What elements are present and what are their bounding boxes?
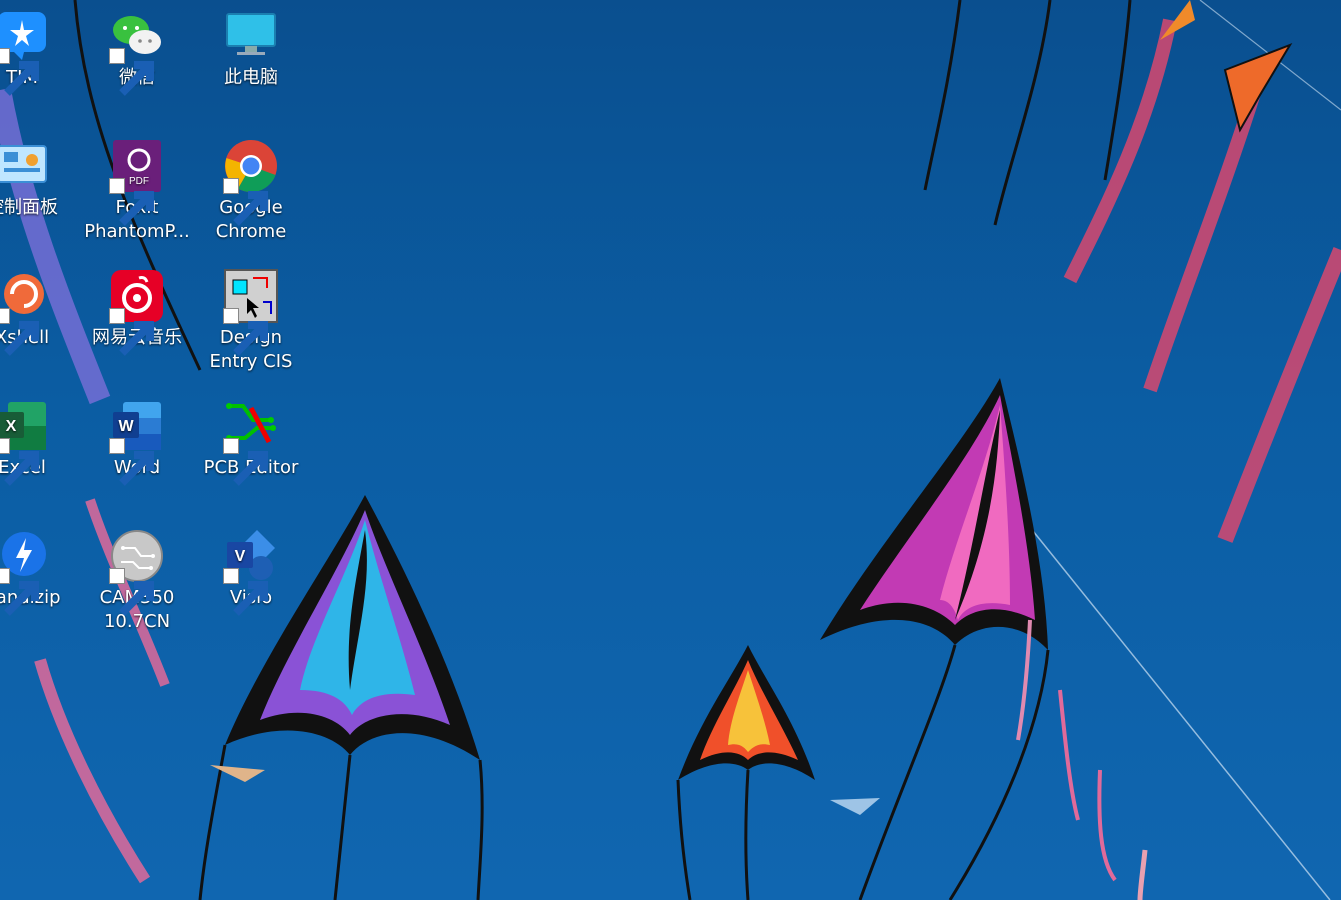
icon-label: 控制面板 xyxy=(0,197,58,218)
desktop-icon-bandizip[interactable]: Bandizip xyxy=(0,528,77,616)
svg-text:V: V xyxy=(235,548,246,565)
netease-music-icon xyxy=(109,268,165,356)
svg-text:X: X xyxy=(6,418,17,435)
shortcut-arrow-icon xyxy=(0,48,39,96)
shortcut-arrow-icon xyxy=(223,568,268,616)
desktop-icon-foxit[interactable]: PDF Foxit PhantomP... xyxy=(82,138,192,244)
shortcut-arrow-icon xyxy=(223,438,268,486)
desktop-icon-word[interactable]: W Word xyxy=(82,398,192,486)
tim-icon xyxy=(0,8,50,96)
desktop-icon-design-entry-cis[interactable]: Design Entry CIS xyxy=(196,268,306,374)
icon-label: 此电脑 xyxy=(224,67,278,88)
this-pc-icon xyxy=(223,8,279,64)
desktop-icon-chrome[interactable]: Google Chrome xyxy=(196,138,306,244)
shortcut-arrow-icon xyxy=(109,178,154,226)
design-entry-icon xyxy=(223,268,279,356)
desktop-icon-wechat[interactable]: 微信 xyxy=(82,8,192,96)
desktop-icon-control-panel[interactable]: 控制面板 xyxy=(0,138,77,220)
shortcut-arrow-icon xyxy=(109,568,154,616)
chrome-icon xyxy=(223,138,279,226)
desktop-icon-tim[interactable]: TIM xyxy=(0,8,77,96)
shortcut-arrow-icon xyxy=(109,308,154,356)
shortcut-arrow-icon xyxy=(0,568,39,616)
visio-icon: V xyxy=(223,528,279,616)
word-icon: W xyxy=(109,398,165,486)
shortcut-arrow-icon xyxy=(109,438,154,486)
desktop-icon-netease-music[interactable]: 网易云音乐 xyxy=(82,268,192,356)
desktop-icon-cam350[interactable]: CAM350 10.7CN xyxy=(82,528,192,634)
desktop-icon-visio[interactable]: V Visio xyxy=(196,528,306,616)
pcb-editor-icon xyxy=(223,398,279,486)
desktop-icon-xshell[interactable]: Xshell xyxy=(0,268,77,356)
control-panel-icon xyxy=(0,138,50,194)
shortcut-arrow-icon xyxy=(223,308,268,356)
svg-text:W: W xyxy=(118,418,134,435)
desktop-icon-excel[interactable]: X Excel xyxy=(0,398,77,486)
shortcut-arrow-icon xyxy=(109,48,154,96)
cam350-icon xyxy=(109,528,165,616)
desktop-icon-pcb-editor[interactable]: PCB Editor xyxy=(196,398,306,486)
desktop-icon-this-pc[interactable]: 此电脑 xyxy=(196,8,306,90)
shortcut-arrow-icon xyxy=(0,308,39,356)
excel-icon: X xyxy=(0,398,50,486)
shortcut-arrow-icon xyxy=(0,438,39,486)
bandizip-icon xyxy=(0,528,50,616)
wechat-icon xyxy=(109,8,165,96)
foxit-icon: PDF xyxy=(109,138,165,226)
shortcut-arrow-icon xyxy=(223,178,268,226)
xshell-icon xyxy=(0,268,50,356)
